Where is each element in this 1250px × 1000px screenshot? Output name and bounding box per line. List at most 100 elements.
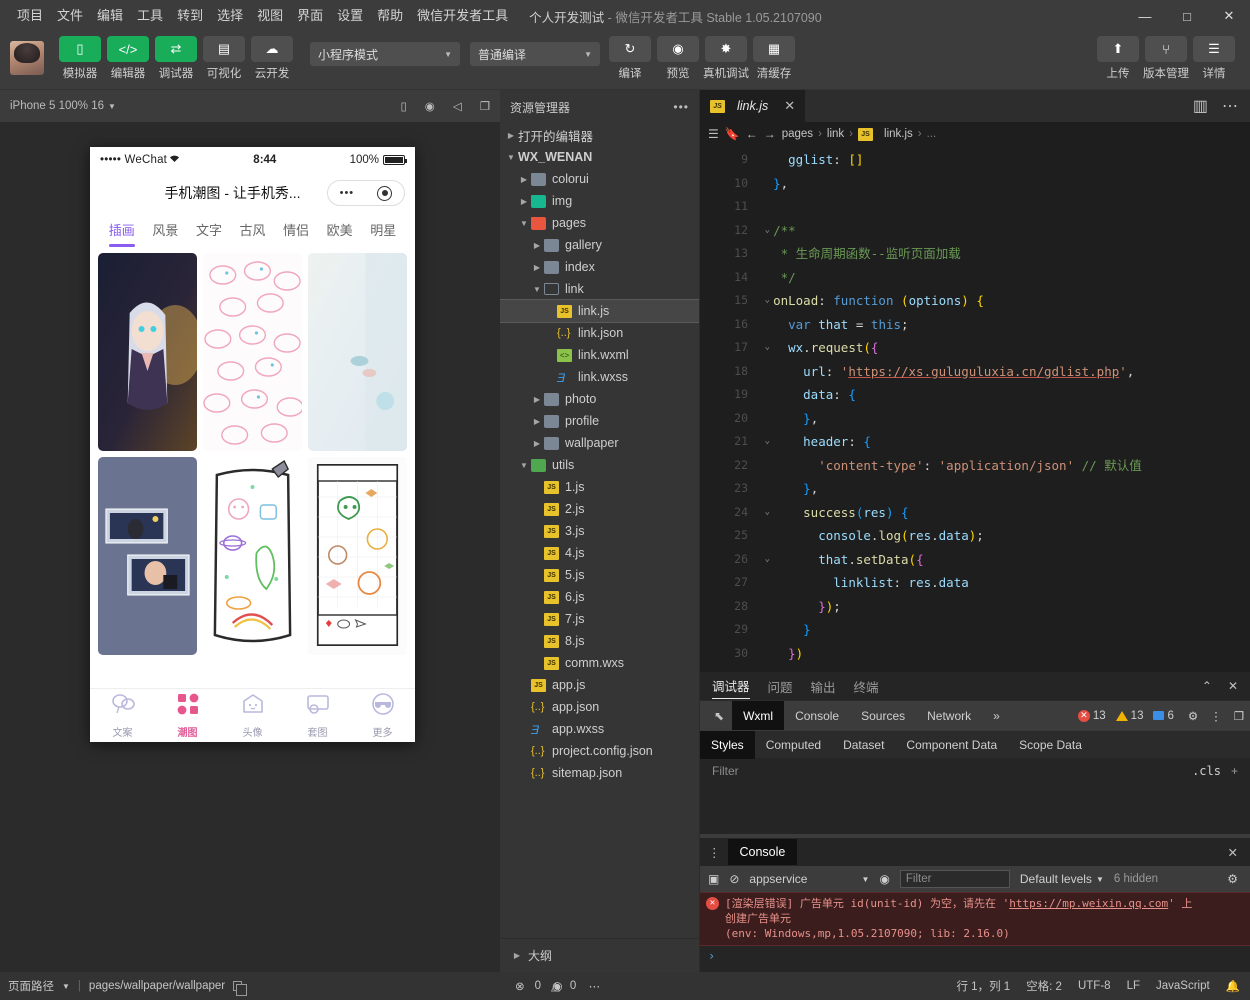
debugger-tab-问题[interactable]: 问题	[768, 677, 793, 696]
gallery-card[interactable]	[98, 253, 197, 451]
tree-folder-utils[interactable]: ▼ utils	[500, 454, 699, 476]
tree-file-comm.wxs[interactable]: ▶JS comm.wxs	[500, 652, 699, 674]
debugger-tab-调试器[interactable]: 调试器	[712, 673, 750, 699]
more-actions-icon[interactable]: •••	[673, 100, 689, 114]
styles-tab-computed[interactable]: Computed	[755, 731, 832, 759]
phone-preview[interactable]: ••••• WeChat 8:44 100% 手机潮图 - 让手机秀... ••…	[90, 147, 415, 742]
context-select[interactable]: appservice ▼	[749, 872, 869, 886]
console-tab[interactable]: Console	[727, 839, 798, 865]
styles-filter-input[interactable]: Filter	[712, 764, 739, 778]
breadcrumb[interactable]: ☰ 🔖 ← → pages › link › JS link.js ›...	[700, 122, 1250, 146]
console-prompt[interactable]: ›	[700, 946, 1250, 966]
styles-tab-component-data[interactable]: Component Data	[895, 731, 1008, 759]
project-root-row[interactable]: ▼ WX_WENAN	[500, 146, 699, 168]
fold-toggle-icon[interactable]: ⌄	[765, 336, 770, 360]
phone-tab-明星[interactable]: 明星	[361, 220, 405, 239]
more-actions-icon[interactable]: ⋯	[1222, 96, 1238, 116]
tree-file-8.js[interactable]: ▶JS 8.js	[500, 630, 699, 652]
outline-list-icon[interactable]: ☰	[708, 127, 719, 141]
menu-工具[interactable]: 工具	[130, 0, 170, 32]
mode-select[interactable]: 小程序模式 ▼	[310, 42, 460, 66]
gear-icon[interactable]: ⚙	[1227, 872, 1238, 886]
tree-file-2.js[interactable]: ▶JS 2.js	[500, 498, 699, 520]
tree-folder-img[interactable]: ▶ img	[500, 190, 699, 212]
menu-微信开发者工具[interactable]: 微信开发者工具	[410, 0, 515, 32]
editor-tab-link-js[interactable]: JS link.js ✕	[700, 90, 806, 122]
language-mode[interactable]: JavaScript	[1156, 980, 1210, 992]
file-tree[interactable]: ▶ 打开的编辑器 ▼ WX_WENAN ▶ colorui ▶ img ▼ pages ▶ g…	[500, 124, 699, 938]
kebab-menu-icon[interactable]: ⋮	[1210, 709, 1222, 723]
maximize-button[interactable]: □	[1166, 0, 1208, 32]
close-icon[interactable]: ✕	[1228, 679, 1238, 693]
toolbar-预览[interactable]: ◉ 预览	[654, 36, 702, 81]
phone-tabbar-更多[interactable]: 更多	[350, 689, 415, 742]
capsule-close-icon[interactable]	[377, 185, 393, 201]
record-icon[interactable]: ◉	[425, 99, 435, 113]
bookmark-icon[interactable]: 🔖	[725, 127, 740, 141]
breadcrumb-item[interactable]: link.js	[884, 128, 913, 140]
menu-项目[interactable]: 项目	[10, 0, 50, 32]
styles-tab-dataset[interactable]: Dataset	[832, 731, 895, 759]
back-arrow-icon[interactable]: ←	[746, 127, 758, 141]
capsule-more-icon[interactable]: •••	[340, 187, 355, 199]
fold-toggle-icon[interactable]: ⌄	[765, 289, 770, 313]
tree-folder-pages[interactable]: ▼ pages	[500, 212, 699, 234]
fold-toggle-icon[interactable]: ⌄	[765, 430, 770, 454]
toolbar-编辑器[interactable]: </> 编辑器	[104, 36, 152, 81]
toolbar-云开发[interactable]: ☁ 云开发	[248, 36, 296, 81]
wechat-capsule[interactable]: •••	[327, 180, 405, 206]
devtools-tab-bar[interactable]: ⬉ Wxml Console Sources Network » ✕ 13 13 6 …	[700, 700, 1250, 731]
menu-文件[interactable]: 文件	[50, 0, 90, 32]
encoding[interactable]: UTF-8	[1078, 980, 1111, 992]
tree-file-link.js[interactable]: ▶JS link.js	[500, 299, 699, 323]
log-levels-select[interactable]: Default levels ▼	[1020, 872, 1104, 886]
tree-file-link.wxss[interactable]: ▶Ǝlink.wxss	[500, 366, 699, 388]
phone-tab-风景[interactable]: 风景	[144, 220, 188, 239]
menu-bar[interactable]: 项目 文件 编辑 工具 转到 选择 视图 界面 设置 帮助 微信开发者工具	[10, 0, 515, 32]
phone-tabbar-套图[interactable]: 套图	[285, 689, 350, 742]
tree-file-sitemap.json[interactable]: ▶{..} sitemap.json	[500, 762, 699, 784]
tree-file-6.js[interactable]: ▶JS 6.js	[500, 586, 699, 608]
close-button[interactable]: ✕	[1208, 0, 1250, 32]
styles-tab-bar[interactable]: Styles Computed Dataset Component Data Scope…	[700, 730, 1250, 759]
breadcrumb-item[interactable]: link	[827, 128, 844, 140]
menu-转到[interactable]: 转到	[170, 0, 210, 32]
tree-folder-photo[interactable]: ▶ photo	[500, 388, 699, 410]
gallery-card[interactable]	[203, 457, 302, 655]
error-link[interactable]: https://mp.weixin.qq.com	[1009, 897, 1168, 910]
tree-folder-gallery[interactable]: ▶ gallery	[500, 234, 699, 256]
cls-button[interactable]: .cls	[1192, 764, 1221, 778]
devtools-overflow-icon[interactable]: »	[982, 701, 1011, 731]
clear-console-icon[interactable]: ⊘	[729, 872, 739, 886]
tree-file-app.js[interactable]: ▶JS app.js	[500, 674, 699, 696]
phone-category-tabs[interactable]: 插画 风景 文字 古风 情侣 欧美 明星	[90, 213, 415, 245]
indent-setting[interactable]: 空格: 2	[1026, 978, 1062, 994]
console-error-message[interactable]: ✕ [渲染层错误] 广告单元 id(unit-id) 为空，请先在 'https…	[700, 892, 1250, 946]
menu-帮助[interactable]: 帮助	[370, 0, 410, 32]
volume-icon[interactable]: ◁	[453, 99, 462, 113]
tree-file-7.js[interactable]: ▶JS 7.js	[500, 608, 699, 630]
code-area[interactable]: 9 10 11 12 ⌄ 13 14 15 ⌄ 16 17 ⌄ 18 19 20 21 ⌄ 22 23 24 ⌄ 25 26…	[700, 146, 1250, 672]
add-rule-icon[interactable]: +	[1231, 764, 1238, 778]
tree-file-1.js[interactable]: ▶JS 1.js	[500, 476, 699, 498]
breadcrumb-item[interactable]: pages	[782, 128, 813, 140]
window-icon[interactable]: ❐	[480, 99, 490, 113]
eye-icon[interactable]: ◉	[879, 872, 889, 886]
toolbar-版本管理[interactable]: ⑂ 版本管理	[1142, 36, 1190, 81]
phone-tab-插画[interactable]: 插画	[100, 220, 144, 239]
phone-tabbar-潮图[interactable]: 潮图	[155, 689, 220, 742]
gallery-card[interactable]	[308, 253, 407, 451]
eol-setting[interactable]: LF	[1127, 980, 1140, 992]
fold-toggle-icon[interactable]: ⌄	[765, 219, 770, 243]
kebab-menu-icon[interactable]: ⋮	[708, 845, 722, 860]
toolbar-模拟器[interactable]: ▯ 模拟器	[56, 36, 104, 81]
compile-select[interactable]: 普通编译 ▼	[470, 42, 600, 66]
dock-icon[interactable]: ❐	[1234, 709, 1244, 723]
source-code[interactable]: gglist: [] }, /** * 生命周期函数--监听页面加载 */ on…	[758, 146, 1250, 672]
toolbar-上传[interactable]: ⬆ 上传	[1094, 36, 1142, 81]
cursor-position[interactable]: 行 1，列 1	[956, 978, 1010, 994]
tree-file-link.json[interactable]: ▶{..} link.json	[500, 322, 699, 344]
devtools-tab-network[interactable]: Network	[916, 701, 982, 731]
menu-界面[interactable]: 界面	[290, 0, 330, 32]
execute-icon[interactable]: ▣	[708, 872, 719, 886]
